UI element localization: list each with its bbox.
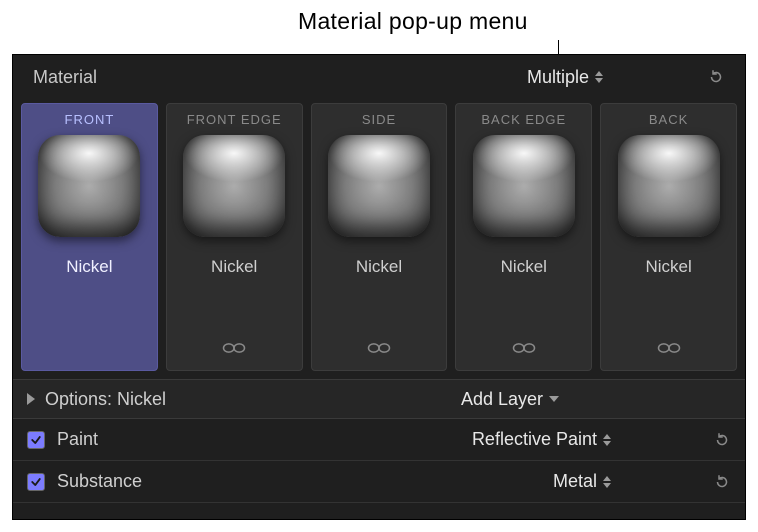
- material-swatch[interactable]: [38, 135, 140, 237]
- link-toggle[interactable]: [508, 338, 540, 358]
- facet-row: FRONT Nickel FRONT EDGE Nickel SIDE Nick…: [13, 99, 745, 379]
- reset-button[interactable]: [713, 473, 731, 491]
- chevron-down-icon: [549, 396, 559, 402]
- reset-arrow-icon: [713, 431, 731, 449]
- checkmark-icon: [30, 476, 42, 488]
- material-popup-value: Multiple: [527, 67, 589, 88]
- param-checkbox[interactable]: [27, 431, 45, 449]
- param-row: Paint Reflective Paint: [13, 419, 745, 461]
- param-label: Substance: [57, 471, 142, 492]
- param-checkbox[interactable]: [27, 473, 45, 491]
- facet-title: FRONT EDGE: [187, 112, 282, 127]
- callout-label: Material pop-up menu: [298, 8, 528, 35]
- facet-material-name: Nickel: [66, 257, 112, 277]
- facet-well[interactable]: FRONT Nickel: [21, 103, 158, 371]
- facet-well[interactable]: BACK Nickel: [600, 103, 737, 371]
- reset-arrow-icon: [707, 68, 725, 86]
- param-value-popup[interactable]: Metal: [553, 471, 611, 492]
- link-toggle[interactable]: [653, 338, 685, 358]
- facet-material-name: Nickel: [211, 257, 257, 277]
- add-layer-button[interactable]: Add Layer: [461, 389, 559, 410]
- updown-arrows-icon: [603, 476, 611, 488]
- options-row: Options: Nickel Add Layer: [13, 379, 745, 419]
- facet-title: SIDE: [362, 112, 396, 127]
- reset-button[interactable]: [707, 68, 725, 86]
- facet-title: FRONT: [65, 112, 115, 127]
- reset-button[interactable]: [713, 431, 731, 449]
- param-label: Paint: [57, 429, 98, 450]
- options-label: Options: Nickel: [45, 389, 166, 410]
- material-swatch[interactable]: [183, 135, 285, 237]
- param-value-popup[interactable]: Reflective Paint: [472, 429, 611, 450]
- panel-title: Material: [33, 67, 97, 88]
- panel-header: Material Multiple: [13, 55, 745, 99]
- facet-well[interactable]: FRONT EDGE Nickel: [166, 103, 303, 371]
- updown-arrows-icon: [603, 434, 611, 446]
- add-layer-label: Add Layer: [461, 389, 543, 410]
- disclosure-triangle-icon[interactable]: [27, 393, 35, 405]
- material-panel: Material Multiple FRONT Nickel FRONT EDG…: [12, 54, 746, 520]
- link-icon: [654, 340, 684, 356]
- facet-material-name: Nickel: [645, 257, 691, 277]
- updown-arrows-icon: [595, 71, 603, 83]
- material-popup-menu[interactable]: Multiple: [523, 65, 607, 90]
- link-toggle[interactable]: [218, 338, 250, 358]
- material-swatch[interactable]: [618, 135, 720, 237]
- reset-arrow-icon: [713, 473, 731, 491]
- param-row: Substance Metal: [13, 461, 745, 503]
- facet-title: BACK: [649, 112, 688, 127]
- facet-title: BACK EDGE: [481, 112, 566, 127]
- link-icon: [509, 340, 539, 356]
- link-icon: [364, 340, 394, 356]
- facet-well[interactable]: SIDE Nickel: [311, 103, 448, 371]
- facet-material-name: Nickel: [356, 257, 402, 277]
- facet-well[interactable]: BACK EDGE Nickel: [455, 103, 592, 371]
- link-icon: [219, 340, 249, 356]
- checkmark-icon: [30, 434, 42, 446]
- param-value: Reflective Paint: [472, 429, 597, 450]
- facet-material-name: Nickel: [501, 257, 547, 277]
- material-swatch[interactable]: [473, 135, 575, 237]
- link-toggle[interactable]: [363, 338, 395, 358]
- material-swatch[interactable]: [328, 135, 430, 237]
- param-value: Metal: [553, 471, 597, 492]
